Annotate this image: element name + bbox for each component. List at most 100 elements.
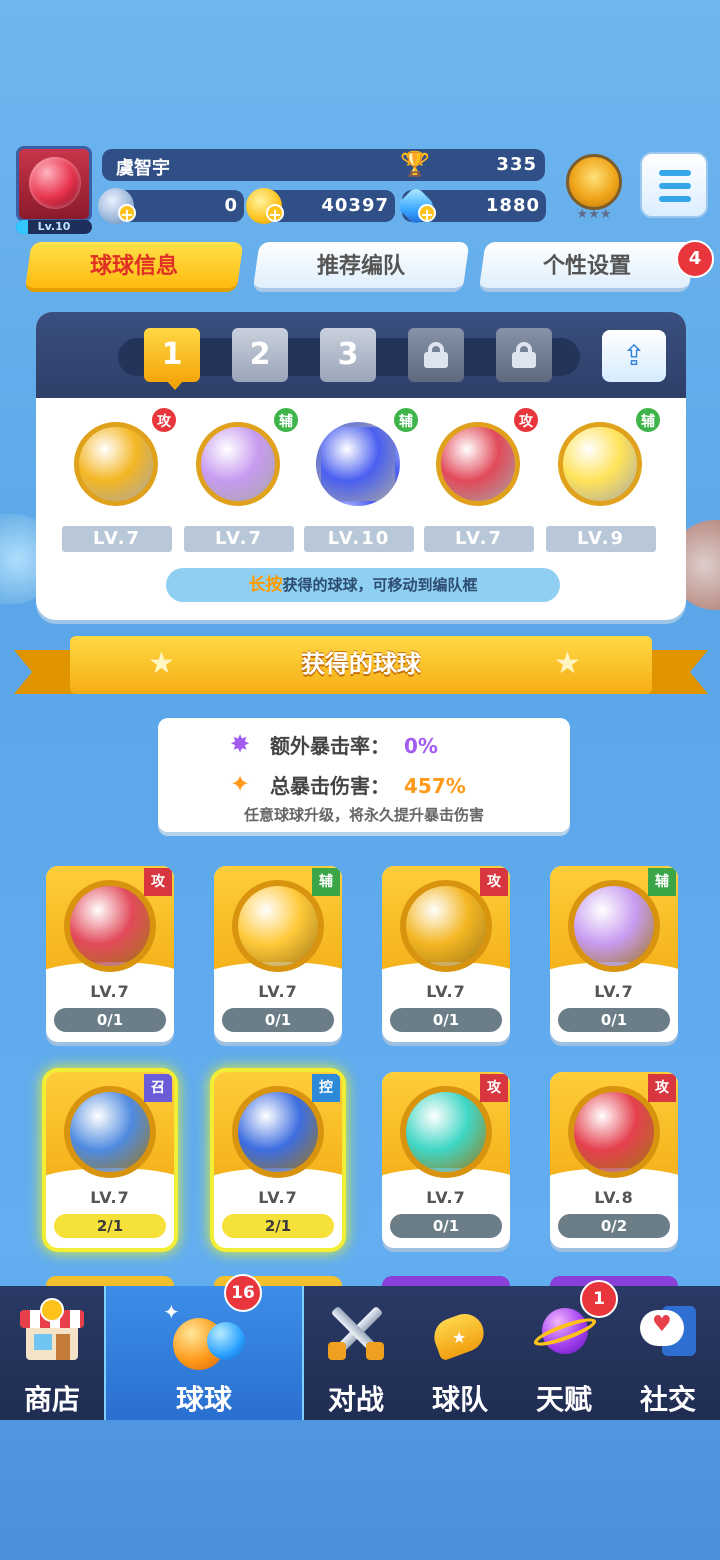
- ball-orb-icon: [64, 1086, 156, 1178]
- team-slot-3[interactable]: 3: [320, 328, 376, 382]
- ball-role-tag: 辅: [648, 868, 676, 896]
- ball-orb-icon: [568, 880, 660, 972]
- add-silver-icon[interactable]: +: [118, 204, 136, 224]
- share-icon: ⇪: [622, 339, 646, 372]
- ball-role-tag: 攻: [480, 1074, 508, 1102]
- ball-orb-icon: [232, 880, 324, 972]
- ball-card[interactable]: 召 LV.7 2/1: [46, 1072, 174, 1248]
- ball-card[interactable]: 辅 LV.7 0/1: [214, 866, 342, 1042]
- team-ball-level: LV.7: [424, 526, 534, 552]
- lock-icon: [512, 342, 536, 368]
- upgrade-progress: 0/1: [558, 1008, 670, 1032]
- trophy-count: 335: [496, 154, 537, 175]
- player-name-bar[interactable]: 虞智宇 🏆 335: [102, 149, 545, 181]
- nav-battle[interactable]: 对战: [304, 1286, 408, 1420]
- ball-role-tag: 召: [144, 1074, 172, 1102]
- ball-card[interactable]: 攻 LV.7 0/1: [382, 866, 510, 1042]
- rank-badge[interactable]: ★★★: [560, 150, 628, 222]
- team-slot-1[interactable]: 1: [144, 328, 200, 382]
- team-ball-1[interactable]: 攻: [68, 406, 178, 512]
- team-slot-header: 1 2 3 ⇪: [36, 312, 686, 398]
- ball-level: LV.8: [594, 1188, 634, 1207]
- whistle-icon: ★: [426, 1298, 494, 1368]
- crit-info-panel: ✸ 额外暴击率： 0% ✦ 总暴击伤害： 457% 任意球球升级，将永久提升暴击伤害: [158, 718, 570, 832]
- nav-shop[interactable]: 商店: [0, 1286, 104, 1420]
- nav-social[interactable]: ♥ 社交: [616, 1286, 720, 1420]
- upgrade-progress: 2/1: [222, 1214, 334, 1238]
- tab-recommended-team[interactable]: 推荐编队: [252, 242, 470, 292]
- ball-level: LV.7: [258, 982, 298, 1001]
- ball-role-tag: 辅: [312, 868, 340, 896]
- rank-medal-icon: [566, 154, 622, 210]
- ball-role-tag: 攻: [480, 868, 508, 896]
- nav-balls[interactable]: ✦ 球球: [104, 1286, 304, 1420]
- share-button[interactable]: ⇪: [602, 330, 666, 382]
- nav-team[interactable]: ★ 球队: [408, 1286, 512, 1420]
- ball-orb-icon: [196, 422, 280, 506]
- ball-role-tag: 攻: [648, 1074, 676, 1102]
- tab-ball-info[interactable]: 球球信息: [24, 242, 244, 292]
- ball-role-tag: 攻: [144, 868, 172, 896]
- ball-level: LV.7: [594, 982, 634, 1001]
- ball-level: LV.7: [426, 1188, 466, 1207]
- upgrade-progress: 0/1: [222, 1008, 334, 1032]
- team-slot-2[interactable]: 2: [232, 328, 288, 382]
- star-icon: ★: [148, 646, 175, 681]
- team-ball-level: LV.7: [184, 526, 294, 552]
- ball-orb-icon: [558, 422, 642, 506]
- team-ball-3[interactable]: 辅: [310, 406, 420, 512]
- drag-hint: 长按获得的球球，可移动到编队框: [166, 568, 560, 602]
- ball-orb-icon: [74, 422, 158, 506]
- player-avatar[interactable]: [16, 146, 92, 222]
- ball-orb-icon: [232, 1086, 324, 1178]
- team-ball-2[interactable]: 辅: [190, 406, 300, 512]
- team-ball-5[interactable]: 辅: [552, 406, 662, 512]
- ball-orb-icon: [316, 422, 400, 506]
- ball-role-tag: 辅: [634, 406, 662, 434]
- crossed-swords-icon: [322, 1298, 390, 1368]
- team-ball-level: LV.7: [62, 526, 172, 552]
- upgrade-progress: 0/1: [390, 1008, 502, 1032]
- team-panel: 1 2 3 ⇪ 攻 LV.7 辅 LV.7 辅 LV.10 攻 LV.7 辅 LV.9 长按获得的…: [36, 312, 686, 620]
- ball-role-tag: 控: [312, 1074, 340, 1102]
- settings-notification-badge: 4: [676, 240, 714, 278]
- lock-icon: [424, 342, 448, 368]
- ball-orb-icon: [64, 880, 156, 972]
- ball-role-tag: 辅: [272, 406, 300, 434]
- silver-currency[interactable]: + 0: [98, 188, 244, 224]
- ball-card[interactable]: 控 LV.7 2/1: [214, 1072, 342, 1248]
- ball-card[interactable]: 辅 LV.7 0/1: [550, 866, 678, 1042]
- upgrade-progress: 0/1: [390, 1214, 502, 1238]
- ball-orb-icon: [568, 1086, 660, 1178]
- ball-role-tag: 辅: [392, 406, 420, 434]
- section-ribbon: 获得的球球 ★ ★: [14, 636, 708, 698]
- ball-level: LV.7: [258, 1188, 298, 1207]
- gem-currency[interactable]: + 1880: [395, 185, 546, 227]
- trophy-icon: 🏆: [400, 150, 430, 178]
- ball-level: LV.7: [90, 982, 130, 1001]
- star-icon: ★: [554, 646, 581, 681]
- ball-level: LV.7: [426, 982, 466, 1001]
- upgrade-progress: 2/1: [54, 1214, 166, 1238]
- crit-damage-icon: ✦: [230, 770, 251, 798]
- ball-orb-icon: [400, 880, 492, 972]
- rank-stars-icon: ★★★: [576, 207, 612, 222]
- tab-personal-settings[interactable]: 个性设置: [478, 242, 696, 292]
- ball-card[interactable]: 攻 LV.8 0/2: [550, 1072, 678, 1248]
- shop-icon: [18, 1298, 86, 1368]
- team-slot-locked[interactable]: [496, 328, 552, 382]
- gold-currency[interactable]: + 40397: [246, 188, 395, 224]
- talent-notification-badge: 1: [580, 1280, 618, 1318]
- menu-button[interactable]: [640, 152, 708, 218]
- upgrade-progress: 0/1: [54, 1008, 166, 1032]
- team-slot-locked[interactable]: [408, 328, 464, 382]
- ball-card[interactable]: 攻 LV.7 0/1: [382, 1072, 510, 1248]
- add-gem-icon[interactable]: +: [418, 204, 436, 224]
- team-ball-4[interactable]: 攻: [430, 406, 540, 512]
- ball-orb-icon: [436, 422, 520, 506]
- add-gold-icon[interactable]: +: [266, 204, 284, 224]
- fire-ball-icon: [29, 157, 81, 209]
- ball-card[interactable]: 攻 LV.7 0/1: [46, 866, 174, 1042]
- bottom-nav: 商店 ✦ 球球 对战 ★ 球队 天赋 ♥ 社交 16 1: [0, 1274, 720, 1420]
- crit-rate-icon: ✸: [230, 730, 251, 758]
